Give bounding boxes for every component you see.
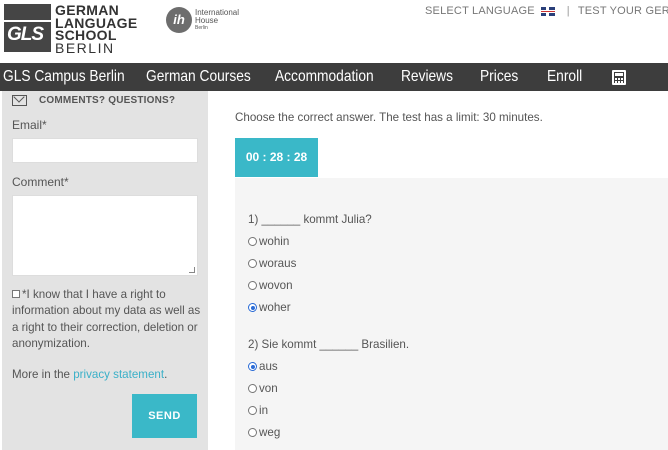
option-label: woraus bbox=[259, 257, 297, 270]
gls-logo[interactable]: GLS GERMAN LANGUAGE SCHOOL BERLIN bbox=[4, 2, 138, 56]
select-language-link[interactable]: SELECT LANGUAGE bbox=[425, 5, 535, 17]
radio-button[interactable] bbox=[248, 428, 257, 437]
answer-option[interactable]: aus bbox=[248, 360, 278, 373]
radio-button[interactable] bbox=[248, 259, 257, 268]
privacy-note: More in the privacy statement. bbox=[12, 368, 167, 381]
separator: | bbox=[566, 5, 570, 17]
nav-item-german-courses[interactable]: German Courses bbox=[146, 63, 251, 91]
nav-item-accommodation[interactable]: Accommodation bbox=[275, 63, 374, 91]
countdown-timer: 00 : 28 : 28 bbox=[235, 138, 318, 177]
option-label: woher bbox=[259, 301, 291, 314]
radio-button[interactable] bbox=[248, 406, 257, 415]
option-label: weg bbox=[259, 426, 281, 439]
calculator-icon[interactable] bbox=[612, 70, 626, 85]
test-your-german-link[interactable]: TEST YOUR GERMAN bbox=[578, 5, 668, 17]
resize-handle[interactable] bbox=[189, 267, 195, 273]
option-label: wovon bbox=[259, 279, 293, 292]
main-nav: GLS Campus Berlin German Courses Accommo… bbox=[0, 63, 668, 91]
site-header: GLS GERMAN LANGUAGE SCHOOL BERLIN ih Int… bbox=[0, 0, 668, 63]
nav-item-enroll[interactable]: Enroll bbox=[547, 63, 582, 91]
privacy-prefix: More in the bbox=[12, 368, 74, 381]
email-field[interactable] bbox=[12, 138, 198, 163]
answer-option[interactable]: wohin bbox=[248, 235, 289, 248]
international-house-logo[interactable]: ih International House Berlin bbox=[166, 7, 239, 33]
email-label: Email* bbox=[12, 118, 47, 132]
answer-option[interactable]: weg bbox=[248, 426, 280, 439]
gls-logo-mark: GLS bbox=[4, 4, 51, 52]
ih-logo-mark: ih bbox=[166, 7, 192, 33]
option-label: von bbox=[259, 382, 278, 395]
consent-text: *I know that I have a right to informati… bbox=[12, 288, 201, 351]
option-label: wohin bbox=[259, 235, 290, 248]
gls-logo-text: GERMAN LANGUAGE SCHOOL BERLIN bbox=[55, 2, 138, 56]
comment-textarea[interactable] bbox=[12, 195, 198, 276]
radio-button[interactable] bbox=[248, 237, 257, 246]
send-button[interactable]: SEND bbox=[132, 394, 197, 438]
test-instructions: Choose the correct answer. The test has … bbox=[235, 111, 543, 124]
radio-button[interactable] bbox=[248, 281, 257, 290]
radio-button[interactable] bbox=[248, 384, 257, 393]
question-text: 1) ______ kommt Julia? bbox=[248, 213, 372, 226]
privacy-statement-link[interactable]: privacy statement bbox=[73, 368, 164, 381]
consent-checkbox-row: *I know that I have a right to informati… bbox=[12, 287, 202, 353]
privacy-suffix: . bbox=[164, 368, 168, 381]
top-links: SELECT LANGUAGE | TEST YOUR GERMAN bbox=[425, 5, 668, 17]
answer-option[interactable]: von bbox=[248, 382, 278, 395]
answer-option[interactable]: woher bbox=[248, 301, 291, 314]
radio-button-selected[interactable] bbox=[248, 303, 257, 312]
consent-checkbox[interactable] bbox=[12, 290, 20, 298]
ih-logo-text: International House Berlin bbox=[195, 8, 240, 32]
sidebar-heading-text: COMMENTS? QUESTIONS? bbox=[39, 95, 176, 106]
quiz-panel: 1) ______ kommt Julia? wohin woraus wovo… bbox=[235, 178, 668, 450]
answer-option[interactable]: in bbox=[248, 404, 268, 417]
answer-option[interactable]: woraus bbox=[248, 257, 296, 270]
nav-item-gls-campus-berlin[interactable]: GLS Campus Berlin bbox=[3, 63, 125, 91]
envelope-icon bbox=[12, 95, 27, 106]
radio-button-selected[interactable] bbox=[248, 362, 257, 371]
nav-item-prices[interactable]: Prices bbox=[480, 63, 518, 91]
nav-item-reviews[interactable]: Reviews bbox=[401, 63, 453, 91]
question-text: 2) Sie kommt ______ Brasilien. bbox=[248, 338, 410, 351]
contact-sidebar: COMMENTS? QUESTIONS? Email* Comment* *I … bbox=[2, 91, 208, 450]
comment-label: Comment* bbox=[12, 175, 69, 189]
option-label: in bbox=[259, 404, 269, 417]
answer-option[interactable]: wovon bbox=[248, 279, 293, 292]
sidebar-heading: COMMENTS? QUESTIONS? bbox=[12, 95, 175, 106]
option-label: aus bbox=[259, 360, 278, 373]
uk-flag-icon[interactable] bbox=[540, 6, 555, 16]
